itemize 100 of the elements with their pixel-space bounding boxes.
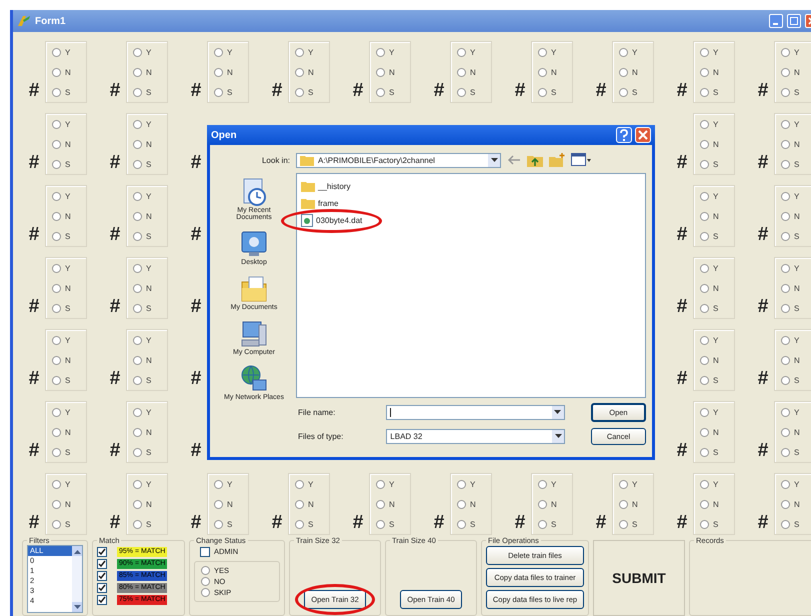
radio-button[interactable]: [295, 520, 304, 528]
radio-button[interactable]: [781, 192, 790, 200]
radio-button[interactable]: [700, 428, 709, 436]
checkbox[interactable]: [97, 559, 107, 569]
radio-button[interactable]: [376, 480, 385, 488]
checkbox[interactable]: [97, 583, 107, 593]
close-button[interactable]: [635, 127, 651, 143]
radio-button[interactable]: [52, 264, 61, 272]
radio-button[interactable]: [781, 304, 790, 312]
radio-button[interactable]: [781, 428, 790, 436]
radio-button[interactable]: [133, 408, 142, 416]
radio-button[interactable]: [133, 376, 142, 384]
radio-button[interactable]: [538, 68, 547, 76]
radio-button[interactable]: [781, 448, 790, 456]
radio-button[interactable]: [52, 192, 61, 200]
file-type-dropdown[interactable]: LBAD 32: [386, 428, 565, 444]
radio-button[interactable]: [376, 500, 385, 508]
radio-button[interactable]: [133, 160, 142, 168]
radio-button[interactable]: [538, 500, 547, 508]
radio-button[interactable]: [700, 192, 709, 200]
radio-button[interactable]: [214, 480, 223, 488]
radio-button[interactable]: [133, 336, 142, 344]
radio-button[interactable]: [133, 428, 142, 436]
radio-button[interactable]: [133, 212, 142, 220]
radio-button[interactable]: [700, 212, 709, 220]
radio-button[interactable]: [700, 68, 709, 76]
radio-button[interactable]: [781, 48, 790, 56]
radio-button[interactable]: [457, 68, 466, 76]
radio-button[interactable]: [700, 336, 709, 344]
radio-button[interactable]: [52, 376, 61, 384]
radio-button[interactable]: [457, 480, 466, 488]
radio-button[interactable]: [457, 48, 466, 56]
radio-button[interactable]: [781, 232, 790, 240]
radio-button[interactable]: [700, 376, 709, 384]
radio-button[interactable]: [781, 520, 790, 528]
radio-button[interactable]: [376, 520, 385, 528]
radio-button[interactable]: [52, 140, 61, 148]
view-menu-icon[interactable]: [571, 153, 591, 167]
radio-button[interactable]: [214, 88, 223, 96]
scroll-bar[interactable]: [72, 546, 82, 612]
radio-button[interactable]: [700, 140, 709, 148]
radio-button[interactable]: [133, 120, 142, 128]
radio-button[interactable]: [214, 520, 223, 528]
radio-button[interactable]: [214, 68, 223, 76]
radio-button[interactable]: [538, 48, 547, 56]
radio-button[interactable]: [52, 48, 61, 56]
radio-button[interactable]: [376, 48, 385, 56]
radio-button[interactable]: [201, 566, 210, 575]
radio-button[interactable]: [52, 68, 61, 76]
radio-button[interactable]: [295, 88, 304, 96]
radio-button[interactable]: [133, 500, 142, 508]
radio-button[interactable]: [457, 500, 466, 508]
radio-button[interactable]: [52, 284, 61, 292]
radio-button[interactable]: [700, 232, 709, 240]
radio-button[interactable]: [619, 88, 628, 96]
radio-button[interactable]: [700, 88, 709, 96]
radio-button[interactable]: [700, 520, 709, 528]
radio-button[interactable]: [700, 120, 709, 128]
radio-button[interactable]: [52, 448, 61, 456]
radio-button[interactable]: [295, 68, 304, 76]
radio-button[interactable]: [457, 88, 466, 96]
radio-button[interactable]: [214, 48, 223, 56]
checkbox[interactable]: [97, 595, 107, 605]
radio-button[interactable]: [457, 520, 466, 528]
radio-button[interactable]: [781, 120, 790, 128]
radio-button[interactable]: [700, 284, 709, 292]
radio-button[interactable]: [133, 68, 142, 76]
radio-button[interactable]: [700, 480, 709, 488]
radio-button[interactable]: [201, 588, 210, 597]
checkbox[interactable]: [97, 547, 107, 557]
help-button[interactable]: [616, 127, 632, 143]
radio-button[interactable]: [201, 577, 210, 586]
radio-button[interactable]: [781, 88, 790, 96]
radio-button[interactable]: [214, 500, 223, 508]
radio-button[interactable]: [538, 520, 547, 528]
radio-button[interactable]: [133, 232, 142, 240]
radio-button[interactable]: [781, 140, 790, 148]
radio-button[interactable]: [781, 284, 790, 292]
radio-button[interactable]: [52, 232, 61, 240]
maximize-button[interactable]: [787, 14, 801, 28]
file-item[interactable]: frame: [301, 197, 338, 209]
radio-button[interactable]: [781, 500, 790, 508]
checkbox[interactable]: [200, 546, 210, 556]
submit-button[interactable]: SUBMIT: [593, 540, 685, 616]
radio-button[interactable]: [781, 264, 790, 272]
minimize-button[interactable]: [769, 14, 783, 28]
look-in-dropdown[interactable]: A:\PRIMOBILE\Factory\2channel: [296, 152, 501, 168]
radio-button[interactable]: [133, 48, 142, 56]
file-name-field[interactable]: [386, 404, 565, 420]
radio-button[interactable]: [133, 140, 142, 148]
radio-button[interactable]: [133, 448, 142, 456]
radio-button[interactable]: [52, 160, 61, 168]
new-folder-icon[interactable]: [549, 153, 565, 167]
radio-button[interactable]: [133, 284, 142, 292]
radio-button[interactable]: [700, 448, 709, 456]
radio-button[interactable]: [619, 68, 628, 76]
radio-button[interactable]: [781, 160, 790, 168]
radio-button[interactable]: [133, 520, 142, 528]
radio-button[interactable]: [619, 520, 628, 528]
radio-button[interactable]: [133, 480, 142, 488]
